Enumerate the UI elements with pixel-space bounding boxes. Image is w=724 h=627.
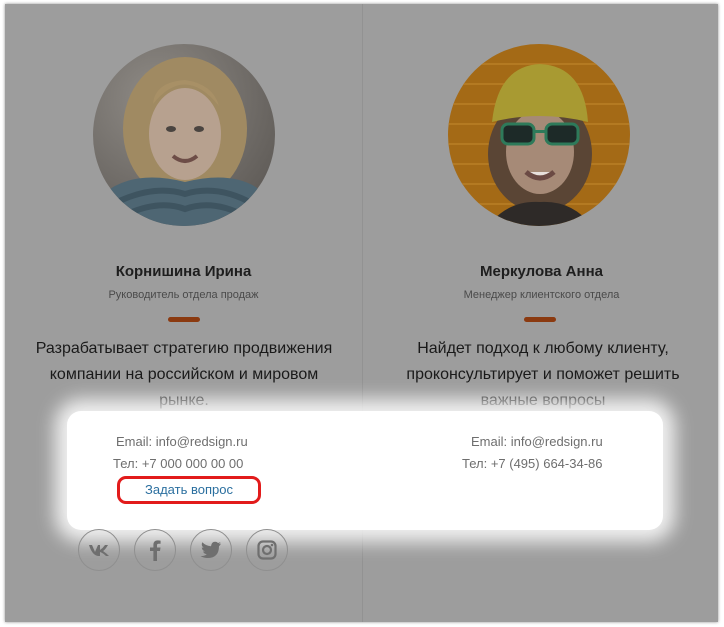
accent-bar <box>524 317 556 322</box>
email-text: Email: info@redsign.ru <box>471 434 603 449</box>
member-description: Разрабатывает стратегию продвижения комп… <box>35 340 333 409</box>
ask-question-link[interactable]: Задать вопрос <box>117 476 261 504</box>
member-description: Найдет подход к любому клиенту, проконсу… <box>406 340 680 409</box>
email-text: Email: info@redsign.ru <box>116 434 248 449</box>
facebook-icon[interactable] <box>134 529 176 571</box>
twitter-icon[interactable] <box>190 529 232 571</box>
woman-yellow-hat-photo-icon <box>448 44 630 226</box>
member-name: Корнишина Ирина <box>115 263 252 280</box>
vk-icon[interactable] <box>78 529 120 571</box>
member-role: Менеджер клиентского отдела <box>463 289 620 301</box>
instagram-icon[interactable] <box>246 529 288 571</box>
phone-text: Тел: +7 000 000 00 00 <box>113 456 244 471</box>
team-section: Корнишина Ирина Руководитель отдела прод… <box>5 4 718 622</box>
member-name: Меркулова Анна <box>480 263 603 280</box>
woman-scarf-photo-icon <box>93 44 275 226</box>
phone-text: Тел: +7 (495) 664-34-86 <box>462 456 603 471</box>
member-role: Руководитель отдела продаж <box>108 289 259 301</box>
avatar-photo <box>448 44 630 226</box>
accent-bar <box>168 317 200 322</box>
avatar-photo <box>93 44 275 226</box>
